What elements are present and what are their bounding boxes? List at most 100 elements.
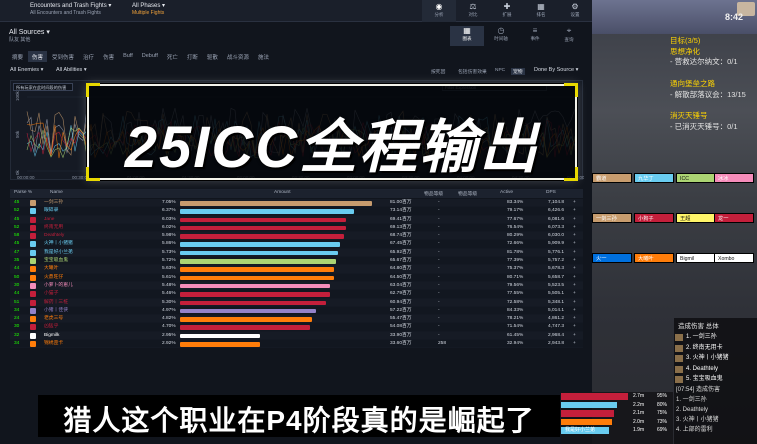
expand-icon[interactable]: + — [573, 340, 576, 348]
expand-icon[interactable]: + — [573, 207, 576, 215]
view-clock[interactable]: ◷ 时间轴 — [484, 26, 518, 46]
option-npc[interactable]: NPC — [495, 68, 505, 73]
damage-meter-entry[interactable]: 1. 一剑三孙 — [674, 332, 757, 343]
expand-icon[interactable]: + — [573, 224, 576, 232]
expand-icon[interactable]: + — [573, 232, 576, 240]
damage-meter-entry[interactable]: 4. Deathtely — [674, 364, 757, 375]
table-row[interactable]: 44 小猫子 5.46% 62.79百万 - 77.55% 5,505.1 + — [10, 290, 583, 299]
header-parse[interactable]: Parse % — [14, 190, 32, 195]
raid-frame[interactable]: 霸道 — [592, 173, 632, 183]
table-row[interactable]: 45 一剑三孙 7.05% 81.00百万 - 83.34% 7,104.8 + — [10, 199, 583, 208]
table-row[interactable]: 51 解药丨三桩 5.30% 60.94百万 - 72.58% 5,348.1 + — [10, 298, 583, 307]
view-table[interactable]: ▦ 图表 — [450, 26, 484, 46]
player-name[interactable]: 火神丨小猪猪 — [44, 240, 73, 248]
expand-icon[interactable]: + — [573, 216, 576, 224]
tab-11[interactable]: 施法 — [254, 51, 273, 62]
player-name[interactable]: 小猪丨佳侠 — [44, 307, 68, 315]
table-row[interactable]: 45 Jane 6.03% 69.41百万 - 77.67% 6,081.6 + — [10, 215, 583, 224]
graph-selector[interactable]: 所有玩家在此时间段的伤害 — [13, 83, 73, 91]
expand-icon[interactable]: + — [573, 240, 576, 248]
table-row[interactable]: 30 小萝卜的崽儿 5.48% 63.04百万 - 79.56% 5,523.5 + — [10, 281, 583, 291]
player-name[interactable]: 火鼎旺仔 — [44, 274, 63, 282]
table-row[interactable]: 34 锦绣歪卡 2.92% 33.60百万 258 32.94% 2,943.8 + — [10, 340, 583, 349]
table-row[interactable]: 30 凶猛乎 4.70% 54.08百万 - 71.54% 4,747.3 + — [10, 323, 583, 332]
expand-icon[interactable]: + — [573, 290, 576, 298]
player-name[interactable]: 老虎三号 — [44, 315, 63, 323]
header-name[interactable]: Name — [50, 190, 63, 195]
table-row[interactable]: 32 Bigmilk 2.95% 33.90百万 - 61.45% 2,968.4 + — [10, 331, 583, 341]
header-active[interactable]: Active — [500, 190, 513, 195]
tab-6[interactable]: Debuff — [138, 51, 162, 62]
expand-icon[interactable]: + — [573, 265, 576, 273]
header-dps[interactable]: DPS — [546, 190, 556, 195]
player-name[interactable]: 我是好小兰弟 — [44, 249, 73, 257]
encounter-select[interactable]: Encounters and Trash Fights ▾ All Encoun… — [30, 2, 111, 16]
tab-9[interactable]: 驱散 — [203, 51, 222, 62]
damage-meter-entry[interactable]: 3. 火神丨小猪猪 — [674, 353, 757, 364]
tab-10[interactable]: 战斗资源 — [223, 51, 253, 62]
view-pin[interactable]: ⌖ 查询 — [552, 26, 586, 46]
raid-frame[interactable]: 九华丁 — [634, 173, 674, 183]
header-ilvl[interactable]: 物品等级 — [424, 190, 443, 197]
expand-icon[interactable]: + — [573, 307, 576, 315]
header-ilvl-2[interactable]: 物品等级 — [458, 190, 477, 197]
table-row[interactable]: 50 火鼎旺仔 5.61% 64.50百万 - 80.71% 5,658.7 + — [10, 273, 583, 282]
player-name[interactable]: Jane — [44, 216, 54, 224]
nav-grid[interactable]: ▦ 排名 — [524, 0, 558, 22]
player-name[interactable]: 大曦叶 — [44, 265, 58, 273]
table-row[interactable]: 58 Deathtely 5.98% 68.74百万 - 80.29% 6,030.0 + — [10, 232, 583, 241]
player-name[interactable]: 宝宝吸血鬼 — [44, 257, 68, 265]
player-name[interactable]: 凶猛乎 — [44, 323, 58, 331]
raid-frame[interactable]: 火一 — [592, 253, 632, 263]
header-amount[interactable]: Amount — [274, 190, 291, 195]
expand-icon[interactable]: + — [573, 257, 576, 265]
player-name[interactable]: 终南无用 — [44, 224, 63, 232]
expand-icon[interactable]: + — [573, 323, 576, 331]
player-name[interactable]: 一剑三孙 — [44, 199, 63, 207]
tab-2[interactable]: 受到伤害 — [48, 51, 78, 62]
nav-eye[interactable]: ◉ 分析 — [422, 0, 456, 22]
expand-icon[interactable]: + — [573, 315, 576, 323]
view-list[interactable]: ≡ 事件 — [518, 26, 552, 46]
option-pets[interactable]: 宠物 — [511, 68, 525, 75]
player-name[interactable]: 解药丨三桩 — [44, 299, 68, 307]
expand-icon[interactable]: + — [573, 274, 576, 282]
nav-settings[interactable]: ⚙ 设置 — [558, 0, 592, 22]
tab-8[interactable]: 打断 — [183, 51, 202, 62]
tab-4[interactable]: 伤害 — [99, 51, 118, 62]
done-by-select[interactable]: Done By Source ▾ — [534, 67, 578, 73]
player-name[interactable]: 锦绣歪卡 — [44, 340, 63, 348]
player-name[interactable]: 眼碎录 — [44, 207, 58, 215]
table-row[interactable]: 34 小猪丨佳侠 4.97% 57.22百万 - 84.33% 5,014.1 + — [10, 306, 583, 316]
enemies-select[interactable]: All Enemies ▾ — [10, 67, 43, 73]
sources-select[interactable]: All Sources ▾ 队友 其他 — [9, 28, 50, 43]
player-name[interactable]: Bigmilk — [44, 332, 59, 340]
expand-icon[interactable]: + — [573, 282, 576, 290]
option-damage-effects[interactable]: 包括伤害效果 — [458, 68, 487, 75]
table-row[interactable]: 45 火神丨小猪猪 5.86% 67.45百万 - 72.66% 5,909.9 + — [10, 240, 583, 249]
player-name[interactable]: Deathtely — [44, 232, 64, 240]
raid-frame[interactable]: Xombo — [714, 253, 754, 263]
raid-frame[interactable]: 冰冰 — [714, 173, 754, 183]
damage-meter-entry[interactable]: 5. 宝宝吸血鬼 — [674, 374, 757, 385]
nav-puzzle[interactable]: ✚ 扩展 — [490, 0, 524, 22]
tab-1[interactable]: 伤害 — [28, 51, 48, 62]
nav-scale[interactable]: ⚖ 对比 — [456, 0, 490, 22]
raid-frame[interactable]: 小狗子 — [634, 213, 674, 223]
expand-icon[interactable]: + — [573, 249, 576, 257]
table-row[interactable]: 24 老虎三号 4.82% 55.47百万 - 78.21% 4,861.2 + — [10, 315, 583, 324]
player-name[interactable]: 小猫子 — [44, 290, 58, 298]
raid-frame[interactable]: 一剑三孙 — [592, 213, 632, 223]
phase-select[interactable]: All Phases ▾ Multiple Fights — [132, 2, 165, 16]
tab-5[interactable]: Buff — [119, 51, 137, 62]
table-row[interactable]: 52 终南无用 6.02% 69.13百万 - 76.54% 6,073.3 + — [10, 223, 583, 233]
raid-frame[interactable]: ICC — [676, 173, 716, 183]
raid-frame[interactable]: 龙一 — [714, 213, 754, 223]
table-row[interactable]: 52 眼碎录 6.37% 73.14百万 - 79.17% 6,426.6 + — [10, 207, 583, 216]
option-death[interactable]: 按死因 — [431, 68, 445, 75]
expand-icon[interactable]: + — [573, 199, 576, 207]
expand-icon[interactable]: + — [573, 299, 576, 307]
raid-frame[interactable]: 王超 — [676, 213, 716, 223]
expand-icon[interactable]: + — [573, 332, 576, 340]
tab-0[interactable]: 摘要 — [8, 51, 27, 62]
